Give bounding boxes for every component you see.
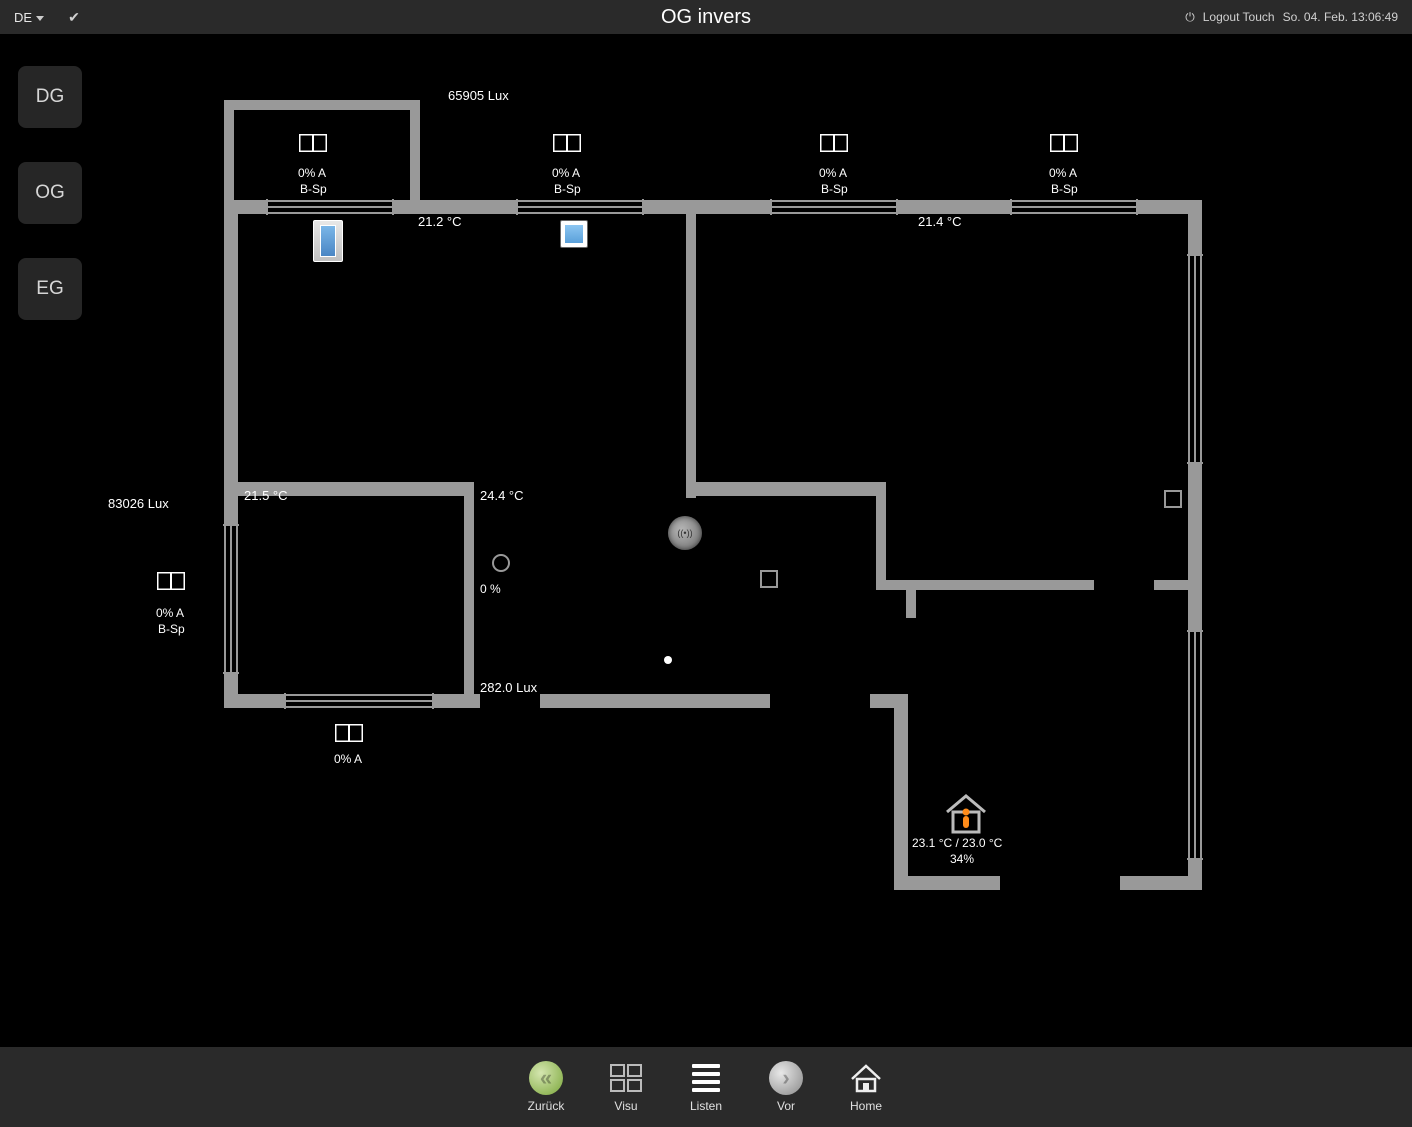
header-bar: DE ✔ OG invers ⏻ Logout Touch So. 04. Fe… xyxy=(0,0,1412,34)
window-segment xyxy=(226,524,236,674)
window-icon[interactable] xyxy=(299,134,327,152)
lux-outdoor-top: 65905 Lux xyxy=(448,88,509,103)
blind-mode: B-Sp xyxy=(821,182,848,196)
lux-outdoor-left: 83026 Lux xyxy=(108,496,169,511)
wall xyxy=(876,482,886,590)
datetime-label: So. 04. Feb. 13:06:49 xyxy=(1283,10,1398,24)
window-segment xyxy=(1010,202,1138,212)
wall xyxy=(906,580,916,618)
house-humidity: 34% xyxy=(950,852,974,866)
home-icon xyxy=(849,1061,883,1095)
wall xyxy=(686,482,886,496)
nav-listen-button[interactable]: Listen xyxy=(666,1061,746,1113)
floor-button-dg[interactable]: DG xyxy=(18,66,82,128)
footer-nav: « Zurück Visu Listen › Vor Home xyxy=(0,1047,1412,1127)
presence-sensor-icon[interactable]: ((•)) xyxy=(668,516,702,550)
door-icon[interactable] xyxy=(313,220,343,262)
nav-visu-button[interactable]: Visu xyxy=(586,1061,666,1113)
confirm-icon[interactable]: ✔ xyxy=(68,9,80,26)
blind-mode: B-Sp xyxy=(1051,182,1078,196)
window-segment xyxy=(1190,254,1200,464)
nav-label: Zurück xyxy=(528,1099,565,1113)
blind-mode: B-Sp xyxy=(300,182,327,196)
blind-percent: 0% A xyxy=(334,752,362,766)
wall xyxy=(464,482,474,698)
nav-home-button[interactable]: Home xyxy=(826,1061,906,1113)
blind-percent: 0% A xyxy=(819,166,847,180)
window-segment xyxy=(284,696,434,706)
nav-forward-button[interactable]: › Vor xyxy=(746,1061,826,1113)
nav-label: Home xyxy=(850,1099,882,1113)
blind-percent: 0% A xyxy=(552,166,580,180)
blind-percent: 0% A xyxy=(156,606,184,620)
floorplan-stage: DG OG EG xyxy=(0,34,1412,1047)
nav-label: Visu xyxy=(614,1099,637,1113)
window-segment xyxy=(266,202,394,212)
door-opening xyxy=(1000,876,1120,890)
temp-mid-left: 21.5 °C xyxy=(244,488,288,503)
chevron-left-icon: « xyxy=(529,1061,563,1095)
chevron-right-icon: › xyxy=(769,1061,803,1095)
window-open-icon[interactable] xyxy=(560,220,588,248)
light-switch-icon[interactable] xyxy=(760,570,778,588)
window-icon[interactable] xyxy=(335,724,363,742)
floorplan-icon xyxy=(609,1061,643,1095)
wall xyxy=(894,694,908,890)
blind-mode: B-Sp xyxy=(158,622,185,636)
page-title: OG invers xyxy=(661,6,751,29)
temp-top-right: 21.4 °C xyxy=(918,214,962,229)
window-icon[interactable] xyxy=(820,134,848,152)
power-icon[interactable]: ⏻ xyxy=(1185,10,1195,25)
blind-percent: 0% A xyxy=(298,166,326,180)
wall xyxy=(224,100,234,210)
logout-link[interactable]: Logout Touch xyxy=(1203,10,1275,24)
window-segment xyxy=(770,202,898,212)
house-temperature: 23.1 °C / 23.0 °C xyxy=(912,836,1002,850)
dimmer-icon[interactable] xyxy=(492,554,510,572)
floor-button-og[interactable]: OG xyxy=(18,162,82,224)
wall xyxy=(410,100,420,210)
door-opening xyxy=(1094,580,1154,590)
blind-mode: B-Sp xyxy=(554,182,581,196)
wall xyxy=(686,200,696,498)
nav-back-button[interactable]: « Zurück xyxy=(506,1061,586,1113)
window-icon[interactable] xyxy=(553,134,581,152)
window-segment xyxy=(516,202,644,212)
door-opening xyxy=(480,694,540,708)
floor-button-eg[interactable]: EG xyxy=(18,258,82,320)
window-icon[interactable] xyxy=(1050,134,1078,152)
door-opening xyxy=(770,694,870,708)
temp-top-left: 21.2 °C xyxy=(418,214,462,229)
nav-label: Listen xyxy=(690,1099,722,1113)
lux-hall: 282.0 Lux xyxy=(480,680,537,695)
wall xyxy=(224,100,420,110)
list-icon xyxy=(689,1061,723,1095)
occupancy-house-icon[interactable] xyxy=(943,790,989,836)
dimmer-percent: 0 % xyxy=(480,582,501,596)
light-switch-icon[interactable] xyxy=(1164,490,1182,508)
blind-percent: 0% A xyxy=(1049,166,1077,180)
window-icon[interactable] xyxy=(157,572,185,590)
nav-label: Vor xyxy=(777,1099,795,1113)
language-selector[interactable]: DE xyxy=(0,10,50,25)
point-icon xyxy=(664,656,672,664)
temp-mid-center: 24.4 °C xyxy=(480,488,524,503)
window-segment xyxy=(1190,630,1200,860)
